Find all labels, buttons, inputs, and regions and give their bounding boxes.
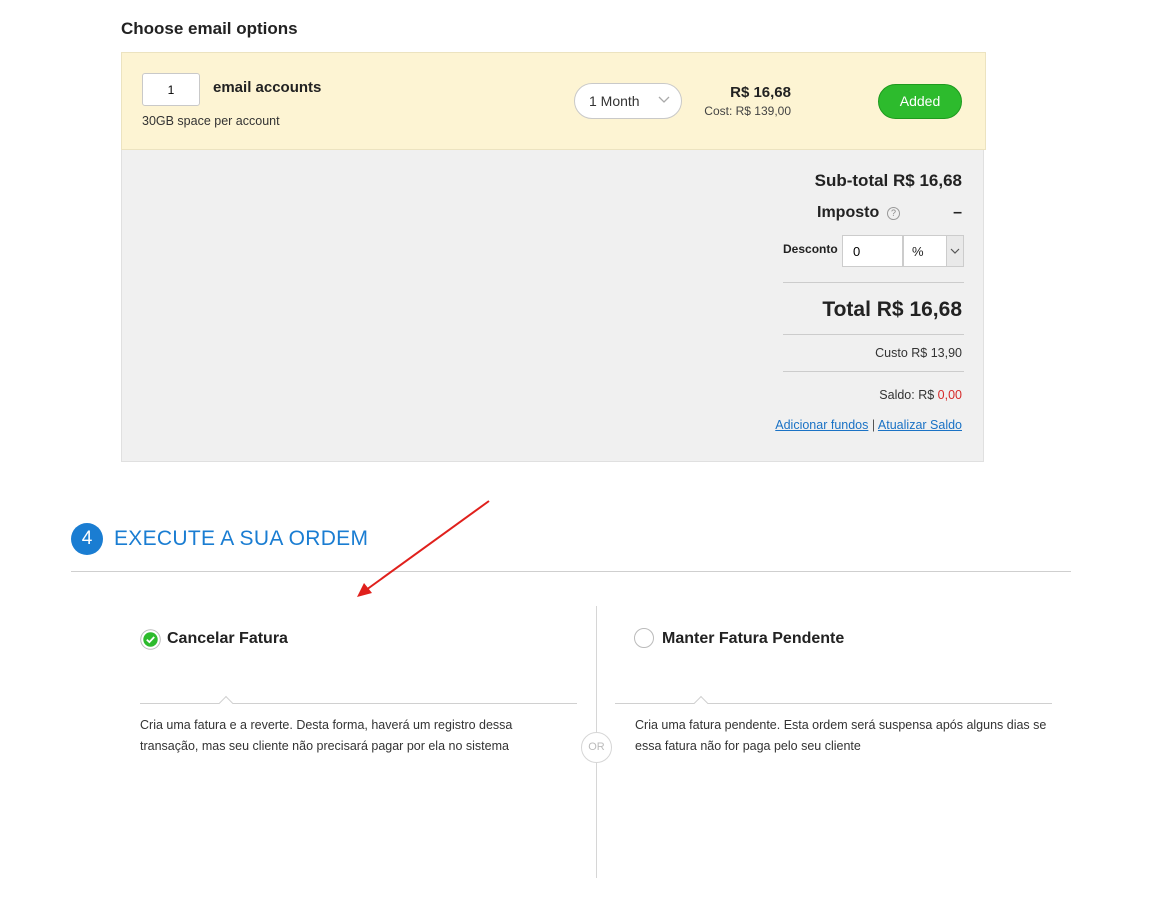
cancel-invoice-description: Cria uma fatura e a reverte. Desta forma… <box>140 715 512 757</box>
divider <box>615 703 1052 704</box>
radio-button[interactable] <box>634 628 654 648</box>
description-line: Cria uma fatura pendente. Esta ordem ser… <box>635 718 1047 732</box>
keep-pending-option[interactable]: Manter Fatura Pendente <box>662 630 844 648</box>
keep-pending-description: Cria uma fatura pendente. Esta ordem ser… <box>635 715 1046 757</box>
description-line: Cria uma fatura e a reverte. Desta forma… <box>140 718 513 732</box>
cancel-invoice-option[interactable]: Cancelar Fatura <box>167 630 288 648</box>
or-badge: OR <box>581 732 612 763</box>
check-circle-icon[interactable] <box>140 629 161 650</box>
description-line: transação, mas seu cliente não precisará… <box>140 739 509 753</box>
description-line: essa fatura não for paga pelo seu client… <box>635 739 861 753</box>
annotation-arrow-icon <box>357 500 490 597</box>
divider <box>140 703 577 704</box>
